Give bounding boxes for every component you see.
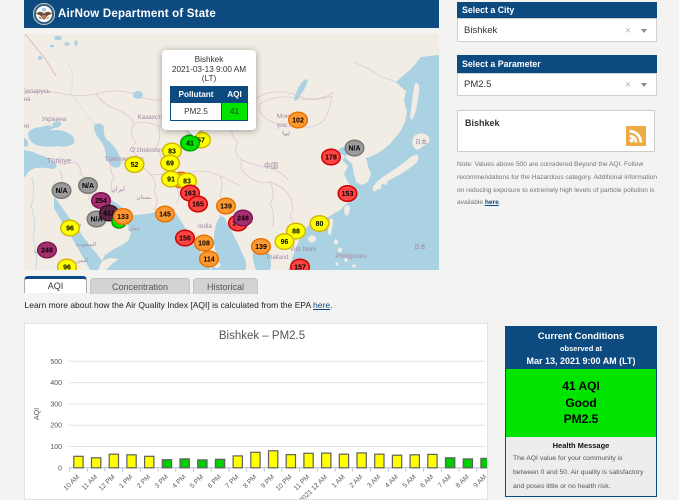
svg-text:на: на	[24, 97, 31, 103]
svg-text:100: 100	[50, 444, 62, 451]
svg-text:ния: ния	[24, 124, 29, 130]
svg-text:N/A: N/A	[82, 183, 94, 190]
svg-text:96: 96	[281, 239, 289, 246]
svg-text:10 AM: 10 AM	[63, 473, 82, 492]
svg-text:41: 41	[186, 141, 194, 148]
svg-text:91: 91	[167, 177, 175, 184]
svg-text:اليمن: اليمن	[76, 257, 89, 264]
svg-text:139: 139	[220, 204, 232, 211]
svg-text:4 AM: 4 AM	[384, 473, 400, 489]
svg-text:India: India	[198, 223, 212, 230]
svg-text:178: 178	[325, 155, 337, 162]
svg-text:248: 248	[237, 216, 249, 223]
svg-text:عمان: عمان	[128, 225, 140, 232]
svg-text:1 AM: 1 AM	[331, 473, 347, 489]
svg-text:2 AM: 2 AM	[349, 473, 365, 489]
svg-text:ايران: ايران	[111, 185, 125, 193]
svg-text:248: 248	[41, 248, 53, 255]
svg-text:中国: 中国	[264, 161, 278, 170]
svg-text:N/A: N/A	[55, 188, 67, 195]
svg-text:1 PM: 1 PM	[118, 473, 134, 489]
svg-text:400: 400	[50, 380, 62, 387]
svg-text:145: 145	[159, 212, 171, 219]
svg-text:O’zbekiston: O’zbekiston	[130, 147, 164, 154]
svg-text:4 PM: 4 PM	[171, 473, 187, 489]
svg-text:ᠮᠤᠨ: ᠮᠤᠨ	[282, 131, 291, 138]
svg-text:139: 139	[255, 244, 267, 251]
svg-text:日本: 日本	[415, 138, 427, 146]
svg-text:3 AM: 3 AM	[366, 473, 382, 489]
svg-text:69: 69	[166, 161, 174, 168]
svg-text:12 PM: 12 PM	[98, 473, 117, 492]
svg-text:200: 200	[50, 423, 62, 430]
svg-text:8 AM: 8 AM	[455, 473, 471, 489]
svg-text:5 PM: 5 PM	[189, 473, 205, 489]
svg-text:500: 500	[50, 359, 62, 366]
svg-text:Украина: Украина	[42, 116, 67, 123]
svg-text:Bishkek – PM2.5: Bishkek – PM2.5	[219, 330, 305, 342]
svg-text:96: 96	[63, 265, 71, 270]
svg-text:157: 157	[294, 265, 306, 270]
svg-text:108: 108	[198, 241, 210, 248]
svg-text:улс: улс	[277, 122, 288, 129]
svg-text:AQI: AQI	[34, 408, 41, 420]
svg-text:254: 254	[95, 198, 107, 205]
svg-text:ـستان: ـستان	[136, 194, 151, 201]
svg-text:N/A: N/A	[348, 146, 360, 153]
svg-text:السعودية: السعودية	[76, 241, 97, 248]
svg-text:5 AM: 5 AM	[402, 473, 418, 489]
svg-text:11 AM: 11 AM	[81, 473, 99, 491]
svg-text:0: 0	[58, 465, 62, 472]
svg-text:Philippines: Philippines	[335, 253, 367, 260]
svg-text:3 PM: 3 PM	[154, 473, 170, 489]
svg-text:88: 88	[292, 229, 300, 236]
svg-text:7 AM: 7 AM	[437, 473, 453, 489]
svg-text:Thailand: Thailand	[265, 255, 288, 261]
svg-text:8 PM: 8 PM	[242, 473, 258, 489]
svg-text:6 AM: 6 AM	[419, 473, 435, 489]
svg-text:Беларусь: Беларусь	[24, 88, 51, 95]
svg-text:114: 114	[203, 257, 214, 264]
svg-text:6 PM: 6 PM	[207, 473, 223, 489]
svg-text:156: 156	[179, 236, 191, 243]
svg-text:80: 80	[316, 221, 324, 228]
svg-text:153: 153	[342, 191, 354, 198]
svg-text:133: 133	[117, 214, 129, 221]
svg-text:52: 52	[131, 162, 139, 169]
svg-text:Việt Nam: Việt Nam	[290, 246, 317, 253]
svg-text:96: 96	[66, 226, 74, 233]
svg-text:165: 165	[192, 202, 204, 209]
svg-text:9 AM: 9 AM	[472, 473, 487, 489]
svg-text:300: 300	[50, 401, 62, 408]
svg-text:10 PM: 10 PM	[275, 473, 294, 492]
svg-text:7 PM: 7 PM	[224, 473, 240, 489]
svg-text:2 PM: 2 PM	[136, 473, 152, 489]
svg-text:102: 102	[292, 118, 304, 125]
svg-text:日本: 日本	[414, 243, 426, 251]
svg-text:Türkiye: Türkiye	[47, 156, 72, 165]
